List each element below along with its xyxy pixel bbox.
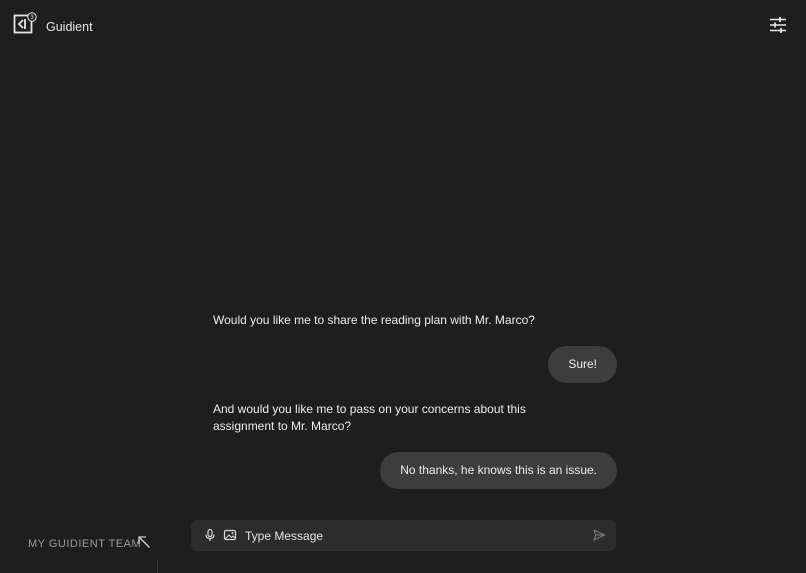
my-team-link[interactable]: MY GUIDIENT TEAM [28, 538, 141, 550]
bot-message: And would you like me to pass on your co… [213, 402, 526, 433]
microphone-icon[interactable] [203, 528, 217, 542]
divider [157, 560, 158, 573]
image-icon[interactable] [223, 528, 237, 542]
send-icon[interactable] [592, 528, 606, 542]
sliders-icon[interactable] [768, 15, 788, 35]
app-title: Guidient [46, 20, 93, 34]
user-message-bubble: Sure! [548, 346, 617, 383]
app-window: 3 Guidient Would you like me to share th… [0, 0, 806, 573]
bot-message: Would you like me to share the reading p… [213, 313, 535, 327]
guidient-logo-icon: 3 [13, 12, 37, 34]
arrow-up-left-icon[interactable] [137, 535, 151, 549]
message-input[interactable] [245, 526, 575, 545]
user-message-bubble: No thanks, he knows this is an issue. [380, 452, 617, 489]
header: 3 Guidient [0, 0, 806, 50]
message-composer [191, 520, 616, 551]
